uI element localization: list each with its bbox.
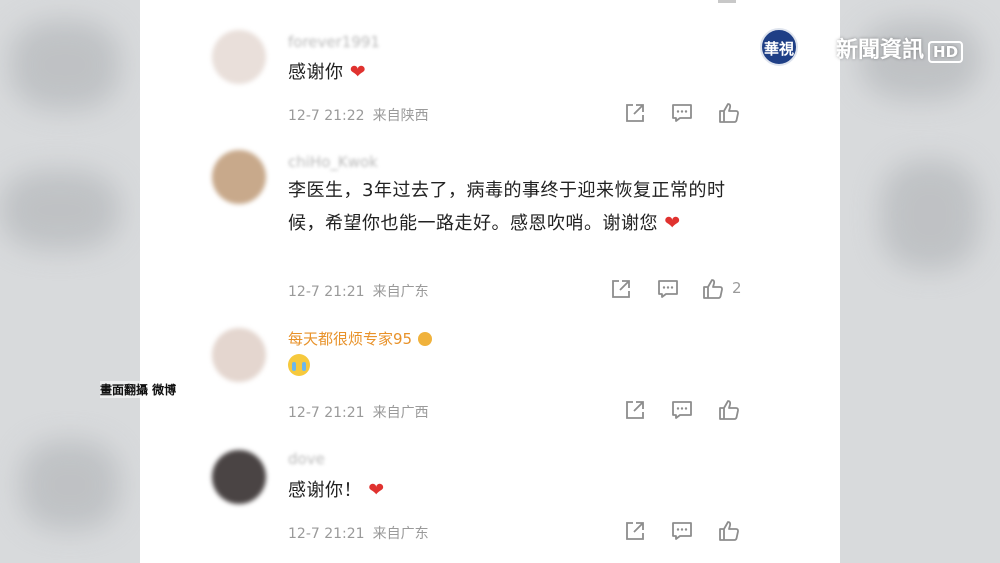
member-badge-icon — [418, 332, 433, 346]
comment-meta: 12-7 21:21 来自广东 — [288, 523, 429, 543]
comment-body: 感谢你！ ❤ — [288, 474, 738, 507]
comment-location: 来自广西 — [372, 405, 429, 421]
comment-username[interactable]: chiHo_Kwok — [288, 153, 378, 171]
like-count: 2 — [732, 279, 742, 297]
comment-actions — [624, 520, 754, 542]
comment-meta: 12-7 21:21 来自广西 — [288, 402, 429, 422]
blurred-background-right — [840, 0, 1000, 563]
share-icon[interactable] — [610, 278, 632, 300]
comment-icon[interactable] — [657, 278, 679, 300]
comment-username-text: 每天都很烦专家95 — [288, 330, 413, 348]
blurred-background-left — [0, 0, 140, 563]
comment-username[interactable]: 每天都很烦专家95 — [288, 328, 433, 349]
comment-username[interactable]: dove — [288, 450, 325, 468]
thumbs-up-icon[interactable] — [702, 278, 724, 300]
comment-text: 感谢你 — [288, 62, 344, 83]
avatar[interactable] — [212, 30, 266, 84]
avatar[interactable] — [212, 450, 266, 504]
comment-text: 感谢你！ — [288, 480, 362, 501]
comment-icon[interactable] — [671, 102, 693, 124]
comment-username[interactable]: forever1991 — [288, 33, 380, 51]
comment-icon[interactable] — [671, 399, 693, 421]
red-heart-icon: ❤ — [664, 212, 681, 234]
red-heart-icon: ❤ — [368, 479, 385, 501]
red-heart-icon: ❤ — [349, 61, 367, 83]
channel-logo: 華視 — [760, 28, 798, 66]
thumbs-up-icon[interactable] — [718, 399, 740, 421]
comment-actions — [624, 102, 754, 124]
comment-location: 来自陕西 — [372, 108, 429, 124]
image-credit: 畫面翻攝 微博 — [100, 381, 177, 398]
channel-name: 新聞資訊 HD — [836, 32, 964, 64]
avatar[interactable] — [212, 150, 266, 204]
comment-location: 来自广东 — [372, 526, 429, 542]
top-edge-icon — [718, 0, 736, 3]
comment-date: 12-7 21:22 — [288, 108, 365, 124]
share-icon[interactable] — [624, 399, 646, 421]
comment-date: 12-7 21:21 — [288, 526, 365, 542]
thumbs-up-icon[interactable] — [718, 520, 740, 542]
crying-face-icon — [288, 354, 310, 376]
hd-badge: HD — [928, 41, 964, 63]
comment-body — [288, 354, 738, 387]
comment-icon[interactable] — [671, 520, 693, 542]
comment-actions: 2 — [610, 278, 750, 300]
comment-body: 李医生，3年过去了，病毒的事终于迎来恢复正常的时候，希望你也能一路走好。感恩吹哨… — [288, 175, 738, 240]
channel-name-text: 新聞資訊 — [836, 38, 925, 63]
comment-date: 12-7 21:21 — [288, 405, 365, 421]
comment-text: 李医生，3年过去了，病毒的事终于迎来恢复正常的时候，希望你也能一路走好。感恩吹哨… — [288, 180, 726, 234]
comment-location: 来自广东 — [372, 284, 429, 300]
thumbs-up-icon[interactable] — [718, 102, 740, 124]
comment-actions — [624, 399, 754, 421]
comment-body: 感谢你 ❤ — [288, 56, 738, 89]
comment-list: forever1991 感谢你 ❤ 12-7 21:22 来自陕西 chiHo_K… — [140, 0, 840, 563]
share-icon[interactable] — [624, 520, 646, 542]
comment-meta: 12-7 21:21 来自广东 — [288, 281, 429, 301]
avatar[interactable] — [212, 328, 266, 382]
comment-date: 12-7 21:21 — [288, 284, 365, 300]
share-icon[interactable] — [624, 102, 646, 124]
comment-meta: 12-7 21:22 来自陕西 — [288, 105, 429, 125]
